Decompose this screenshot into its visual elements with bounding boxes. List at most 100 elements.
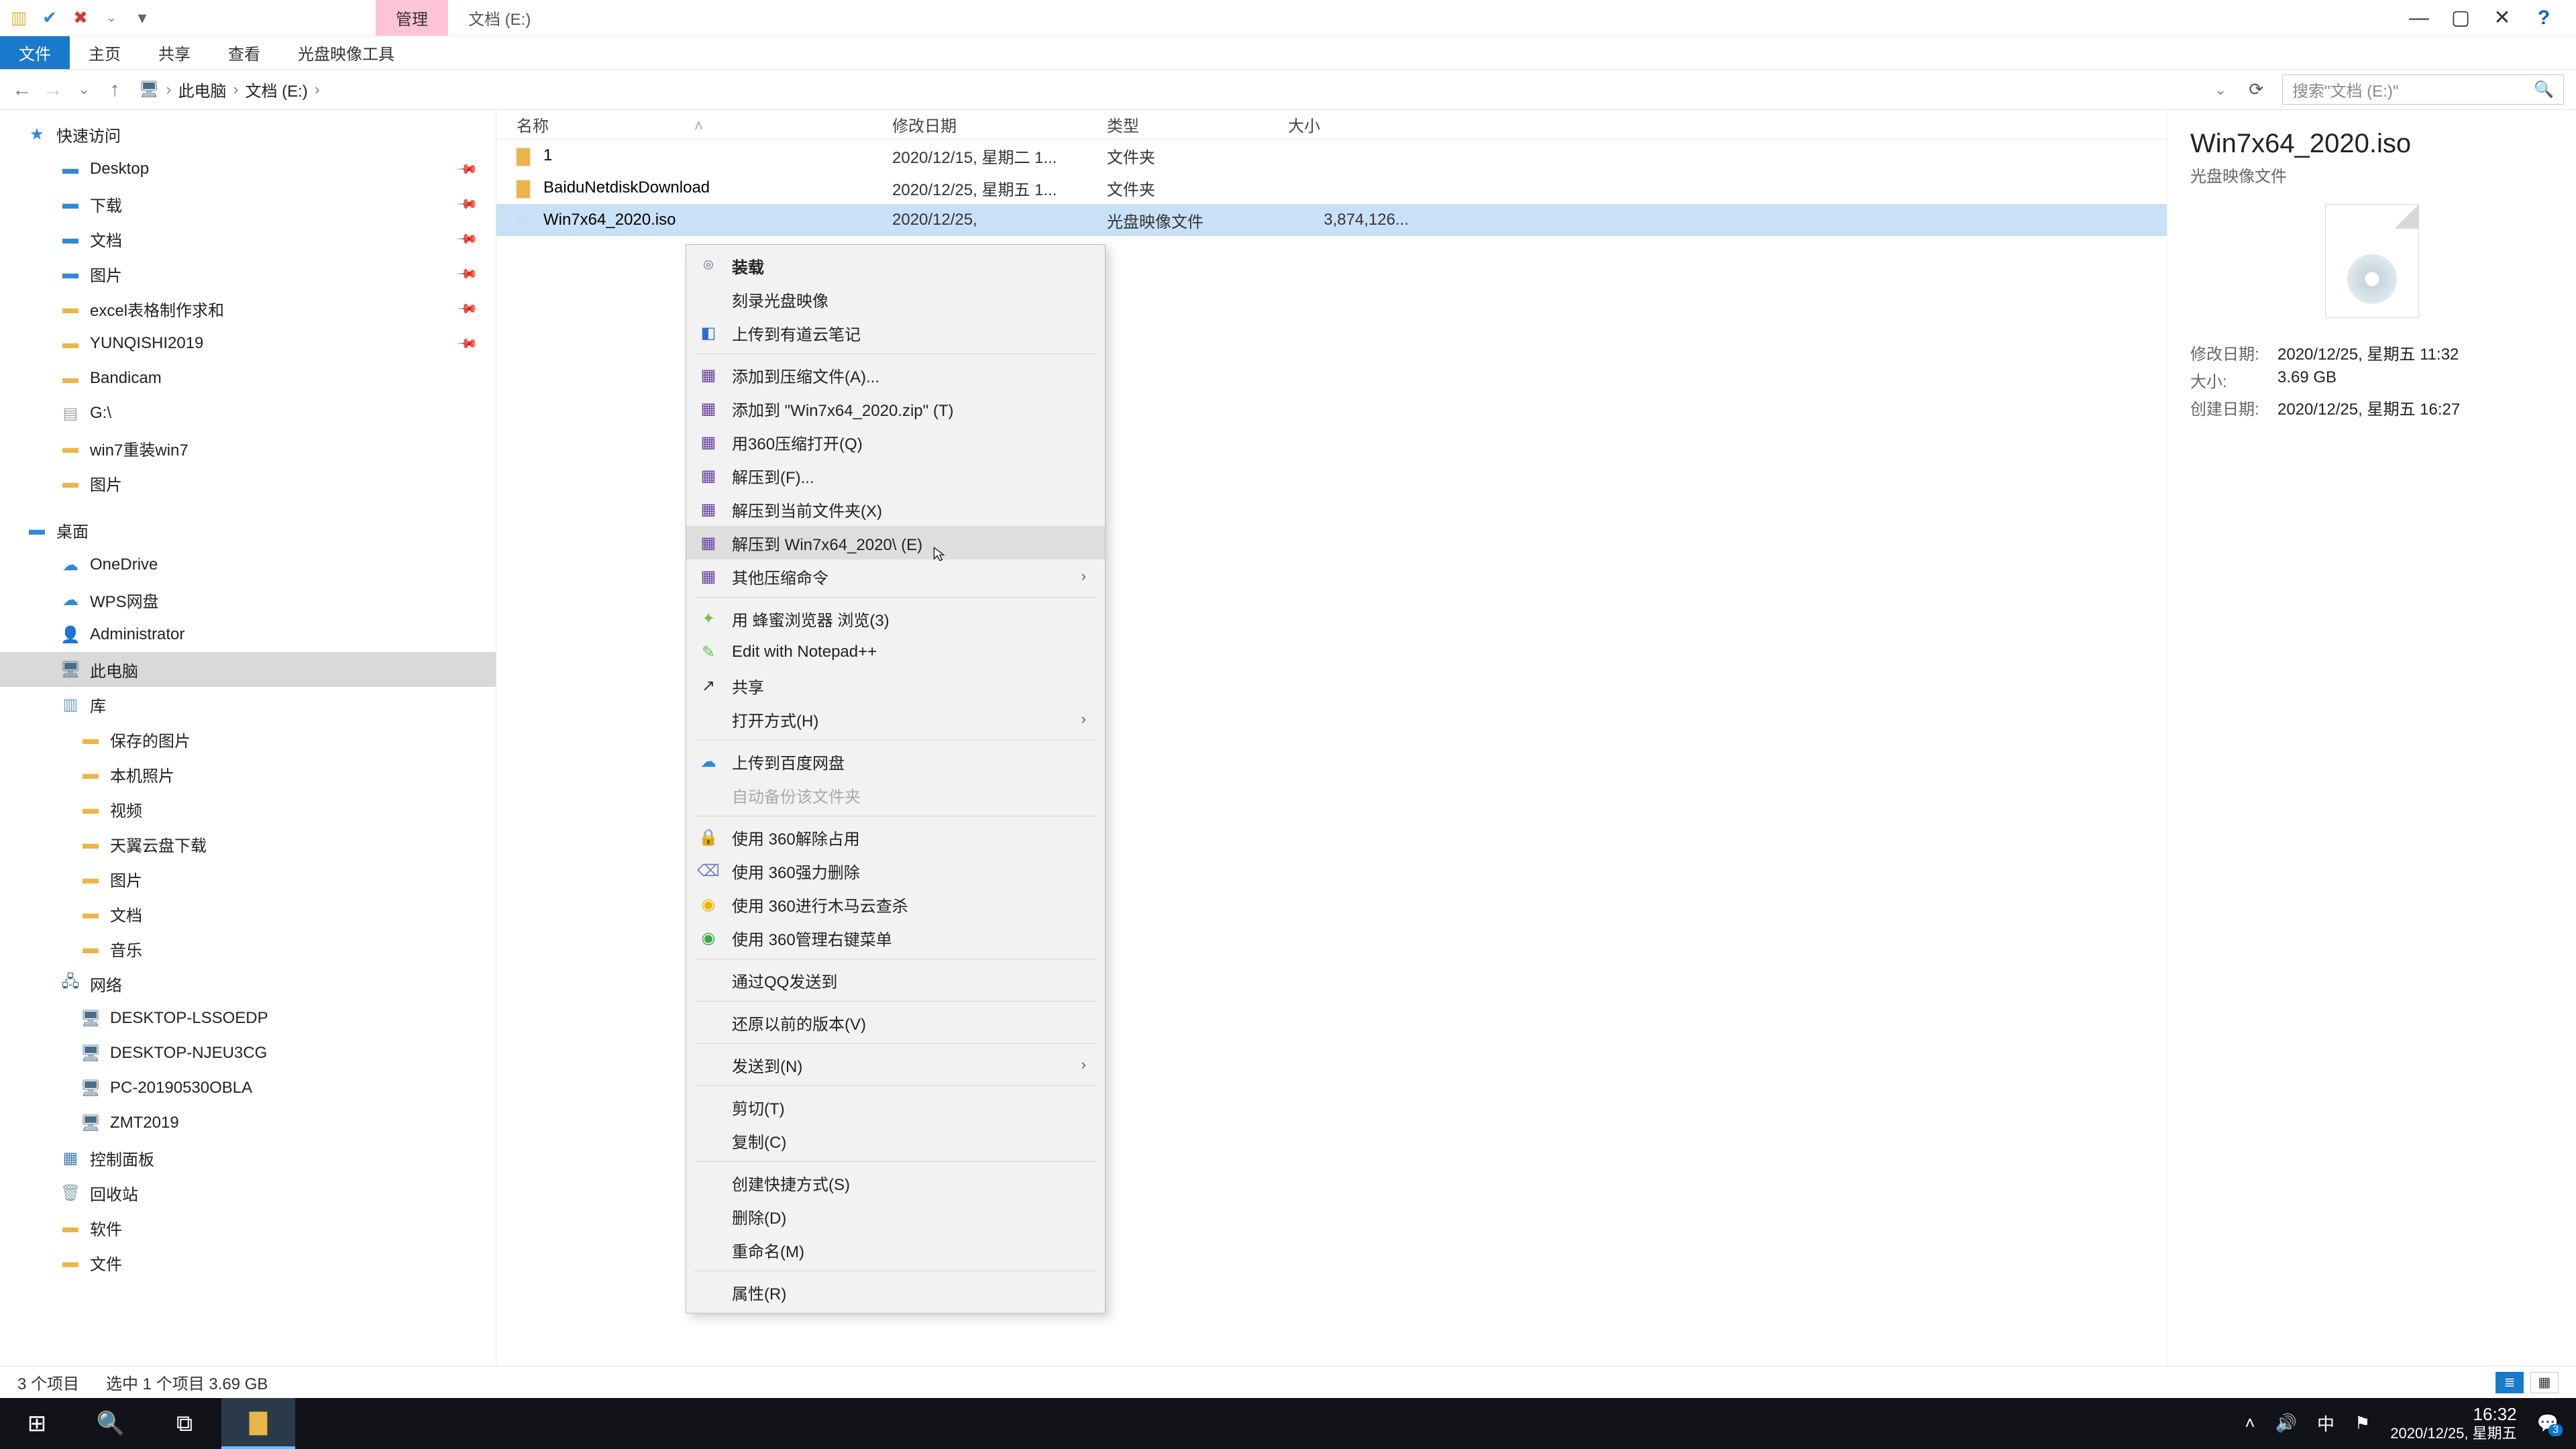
notifications-icon[interactable]: 💬3 — [2537, 1413, 2559, 1434]
ctx-360-manage[interactable]: ◉使用 360管理右键菜单 — [686, 921, 1105, 955]
column-date[interactable]: 修改日期 — [892, 113, 1107, 136]
close-button[interactable]: ✕ — [2490, 6, 2514, 30]
ribbon-tab-iso-tools[interactable]: 光盘映像工具 — [279, 36, 413, 69]
address-dropdown-icon[interactable]: ⌄ — [2214, 81, 2226, 99]
taskbar-clock[interactable]: 16:32 2020/12/25, 星期五 — [2390, 1404, 2516, 1443]
ctx-other-zip[interactable]: ▦其他压缩命令› — [686, 559, 1105, 593]
ribbon-tab-view[interactable]: 查看 — [209, 36, 279, 69]
search-taskbar-button[interactable]: 🔍 — [74, 1398, 148, 1449]
taskbar[interactable]: ⊞ 🔍 ⧉ ▇ ˄ 🔊 中 ⚑ 16:32 2020/12/25, 星期五 💬3 — [0, 1398, 2576, 1449]
column-size[interactable]: 大小 — [1288, 113, 1422, 136]
tree-desktop-root[interactable]: ▬桌面 — [0, 513, 496, 547]
view-thumbnails-button[interactable]: ▦ — [2530, 1372, 2559, 1393]
tree-videos[interactable]: ▬视频 — [0, 792, 496, 826]
security-icon[interactable]: ⚑ — [2355, 1413, 2370, 1434]
ctx-baidu-upload[interactable]: ☁上传到百度网盘 — [686, 745, 1105, 778]
ime-indicator[interactable]: 中 — [2317, 1411, 2334, 1436]
ctx-youdao[interactable]: ◧上传到有道云笔记 — [686, 316, 1105, 350]
file-list-header[interactable]: 名称 ˄ 修改日期 类型 大小 — [496, 110, 2167, 140]
tree-documents[interactable]: ▬文档📌 — [0, 221, 496, 256]
search-box[interactable]: 搜索"文档 (E:)" 🔍 — [2282, 74, 2564, 105]
tree-files[interactable]: ▬文件 — [0, 1245, 496, 1280]
tree-onedrive[interactable]: ☁OneDrive — [0, 547, 496, 582]
tree-network[interactable]: 🖧网络 — [0, 966, 496, 1001]
nav-tree[interactable]: ★快速访问 ▬Desktop📌 ▬下载📌 ▬文档📌 ▬图片📌 ▬excel表格制… — [0, 110, 496, 1366]
tree-wps[interactable]: ☁WPS网盘 — [0, 582, 496, 617]
tree-recycle[interactable]: 🗑回收站 — [0, 1175, 496, 1210]
column-name[interactable]: 名称 ˄ — [517, 113, 892, 136]
tray-overflow-icon[interactable]: ˄ — [2245, 1413, 2255, 1434]
tree-quick-access[interactable]: ★快速访问 — [0, 117, 496, 152]
breadcrumb-location[interactable]: 文档 (E:) — [245, 78, 307, 101]
file-row[interactable]: ▇ BaiduNetdiskDownload 2020/12/25, 星期五 1… — [496, 172, 2167, 204]
start-button[interactable]: ⊞ — [0, 1398, 74, 1449]
file-row[interactable]: ▇ 1 2020/12/15, 星期二 1... 文件夹 — [496, 140, 2167, 172]
ctx-extract-to[interactable]: ▦解压到(F)... — [686, 459, 1105, 492]
ctx-extract-here[interactable]: ▦解压到当前文件夹(X) — [686, 492, 1105, 526]
qat-overflow-icon[interactable]: ▾ — [133, 9, 152, 28]
file-row-selected[interactable]: ⌾ Win7x64_2020.iso 2020/12/25, 光盘映像文件 3,… — [496, 204, 2167, 236]
tree-net1[interactable]: 🖥DESKTOP-LSSOEDP — [0, 1001, 496, 1036]
breadcrumb[interactable]: 🖥 › 此电脑 › 文档 (E:) › ⌄ — [136, 74, 2230, 105]
tree-lib-pics[interactable]: ▬图片 — [0, 861, 496, 896]
view-details-button[interactable]: ≣ — [2496, 1372, 2524, 1393]
tree-libraries[interactable]: ▥库 — [0, 687, 496, 722]
ribbon-tab-home[interactable]: 主页 — [70, 36, 140, 69]
help-button[interactable]: ? — [2532, 6, 2556, 30]
tree-pictures[interactable]: ▬图片📌 — [0, 256, 496, 291]
tree-tianyi[interactable]: ▬天翼云盘下载 — [0, 826, 496, 861]
ctx-notepadpp[interactable]: ✎Edit with Notepad++ — [686, 635, 1105, 669]
nav-history-dropdown[interactable]: ⌄ — [74, 81, 94, 98]
tree-thispc[interactable]: 🖥此电脑 — [0, 652, 496, 687]
ctx-bee-browser[interactable]: ✦用 蜂蜜浏览器 浏览(3) — [686, 602, 1105, 635]
tree-net3[interactable]: 🖥PC-20190530OBLA — [0, 1071, 496, 1106]
volume-icon[interactable]: 🔊 — [2275, 1413, 2297, 1434]
task-view-button[interactable]: ⧉ — [148, 1398, 221, 1449]
ctx-shortcut[interactable]: 创建快捷方式(S) — [686, 1166, 1105, 1199]
ctx-copy[interactable]: 复制(C) — [686, 1124, 1105, 1157]
ctx-share[interactable]: ↗共享 — [686, 669, 1105, 702]
tree-yunqishi[interactable]: ▬YUNQISHI2019📌 — [0, 326, 496, 361]
ctx-360-unlock[interactable]: 🔒使用 360解除占用 — [686, 820, 1105, 854]
title-tab-manage[interactable]: 管理 — [376, 0, 448, 36]
tree-control-panel[interactable]: ▦控制面板 — [0, 1140, 496, 1175]
context-menu[interactable]: ⌾装载 刻录光盘映像 ◧上传到有道云笔记 ▦添加到压缩文件(A)... ▦添加到… — [686, 244, 1106, 1313]
tree-local-pics[interactable]: ▬本机照片 — [0, 757, 496, 792]
minimize-button[interactable]: — — [2407, 6, 2431, 30]
ribbon-tab-share[interactable]: 共享 — [140, 36, 209, 69]
tree-software[interactable]: ▬软件 — [0, 1210, 496, 1245]
dropdown-small-icon[interactable]: ⌄ — [102, 9, 121, 28]
tree-win7reinstall[interactable]: ▬win7重装win7 — [0, 431, 496, 466]
nav-up-button[interactable]: ↑ — [105, 78, 125, 101]
ctx-rename[interactable]: 重命名(M) — [686, 1233, 1105, 1267]
ctx-open-360zip[interactable]: ▦用360压缩打开(Q) — [686, 425, 1105, 459]
tree-net4[interactable]: 🖥ZMT2019 — [0, 1106, 496, 1140]
ctx-mount[interactable]: ⌾装载 — [686, 249, 1105, 282]
ctx-send-to[interactable]: 发送到(N)› — [686, 1048, 1105, 1081]
ctx-open-with[interactable]: 打开方式(H)› — [686, 702, 1105, 736]
tree-net2[interactable]: 🖥DESKTOP-NJEU3CG — [0, 1036, 496, 1071]
ctx-restore-prev[interactable]: 还原以前的版本(V) — [686, 1006, 1105, 1039]
nav-back-button[interactable]: ← — [12, 78, 32, 101]
tree-desktop[interactable]: ▬Desktop📌 — [0, 152, 496, 186]
tree-admin[interactable]: 👤Administrator — [0, 617, 496, 652]
ctx-burn[interactable]: 刻录光盘映像 — [686, 282, 1105, 316]
search-icon[interactable]: 🔍 — [2534, 80, 2554, 99]
ctx-360-force-del[interactable]: ⌫使用 360强力删除 — [686, 854, 1105, 888]
tree-downloads[interactable]: ▬下载📌 — [0, 186, 496, 221]
refresh-button[interactable]: ⟳ — [2241, 79, 2271, 100]
explorer-taskbar-button[interactable]: ▇ — [221, 1398, 295, 1449]
checkmark-icon[interactable]: ✔ — [40, 9, 59, 28]
column-type[interactable]: 类型 — [1107, 113, 1288, 136]
ribbon-tab-file[interactable]: 文件 — [0, 36, 70, 69]
tree-pictures2[interactable]: ▬图片 — [0, 466, 496, 500]
ctx-properties[interactable]: 属性(R) — [686, 1275, 1105, 1309]
ctx-extract-named[interactable]: ▦解压到 Win7x64_2020\ (E) — [686, 526, 1105, 559]
tree-saved-pics[interactable]: ▬保存的图片 — [0, 722, 496, 757]
tree-excel[interactable]: ▬excel表格制作求和📌 — [0, 291, 496, 326]
ctx-360-trojan[interactable]: ◉使用 360进行木马云查杀 — [686, 888, 1105, 921]
tree-bandicam[interactable]: ▬Bandicam — [0, 361, 496, 396]
ctx-delete[interactable]: 删除(D) — [686, 1199, 1105, 1233]
tree-lib-docs[interactable]: ▬文档 — [0, 896, 496, 931]
tree-lib-music[interactable]: ▬音乐 — [0, 931, 496, 966]
